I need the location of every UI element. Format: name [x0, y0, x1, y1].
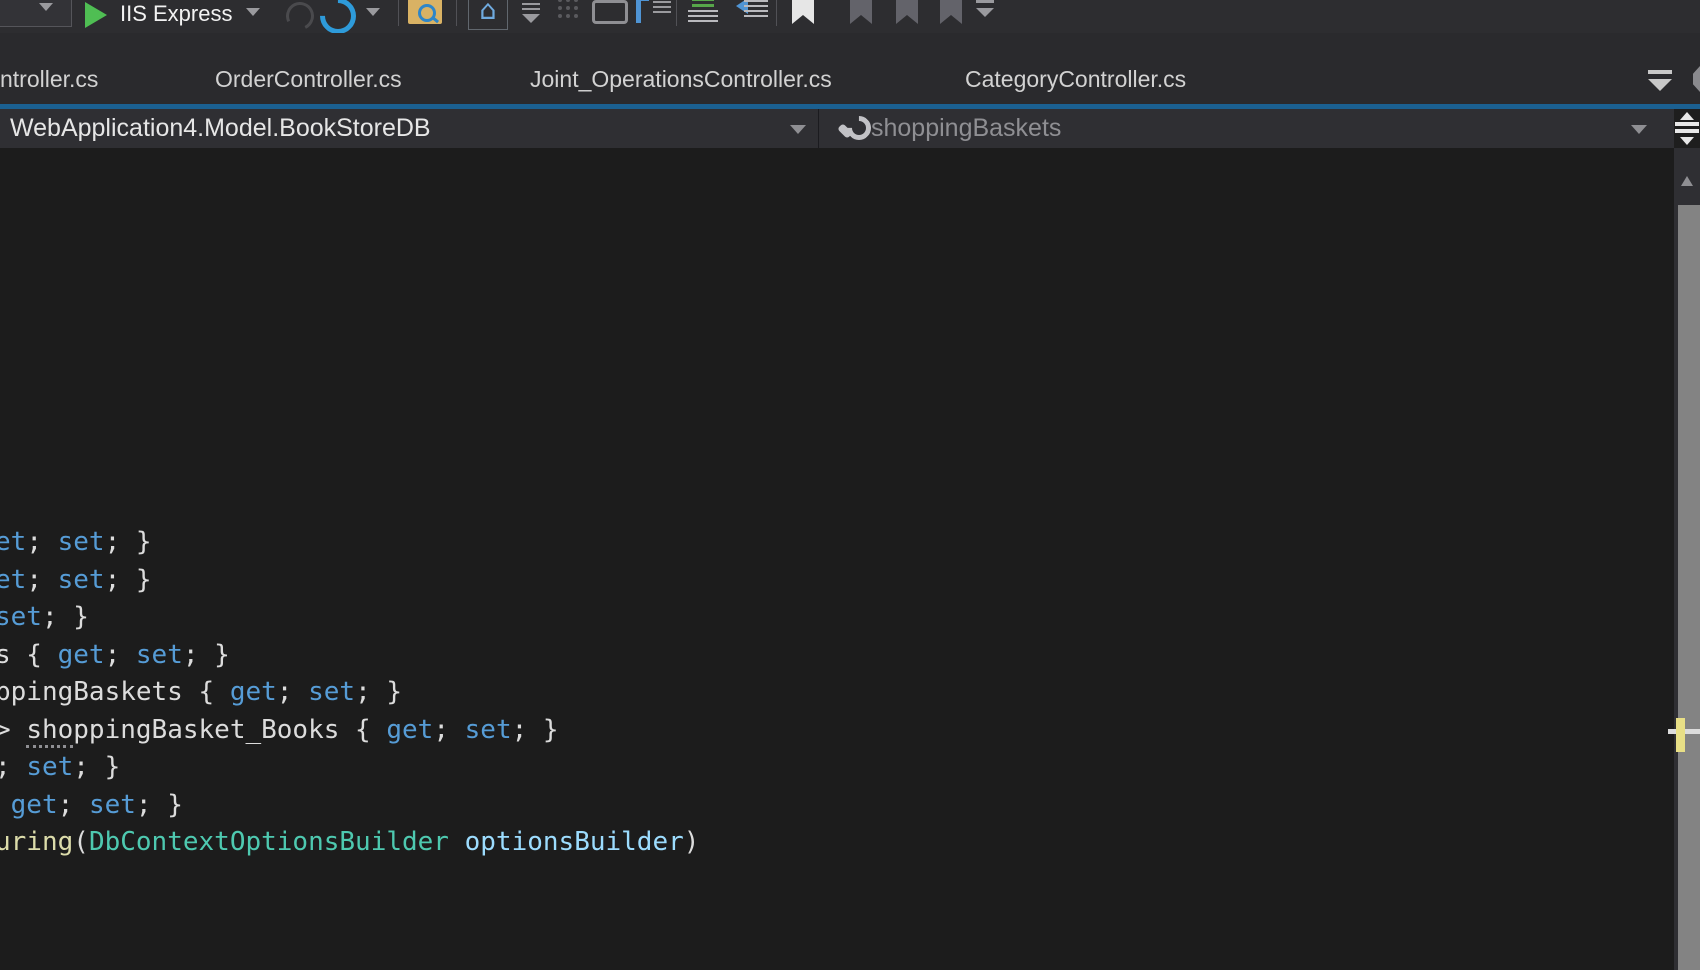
bookmark-next-icon — [896, 0, 918, 24]
home-icon[interactable]: ⌂ — [468, 0, 508, 30]
code-editor[interactable]: et; set; } et; set; } set; } s { get; set; … — [0, 148, 1674, 970]
wrench-icon — [837, 111, 876, 145]
code-line: > shoppingBasket_Books { get; set; } — [0, 712, 699, 750]
toolbar-separator — [456, 0, 457, 26]
code-line: et; set; } — [0, 527, 152, 557]
run-chevron-down-icon[interactable] — [246, 8, 260, 16]
tab-joint-operations-controller[interactable]: Joint_OperationsController.cs — [530, 61, 832, 104]
chevron-down-icon — [39, 3, 53, 11]
tab-category-controller[interactable]: CategoryController.cs — [965, 61, 1186, 104]
type-selector-combobox[interactable]: WebApplication4.Model.BookStoreDB — [0, 109, 818, 148]
bookmark-icon[interactable] — [792, 0, 814, 24]
magnifier-icon — [418, 4, 436, 22]
refresh-chevron-down-icon[interactable] — [366, 8, 380, 16]
scroll-up-arrow-icon[interactable] — [1681, 176, 1693, 186]
editor-splitter-handle[interactable] — [1674, 109, 1700, 148]
visual-studio-window: IIS Express ⌂ ntroller.cs OrderControlle… — [0, 0, 1700, 970]
code-text: et; set; } et; set; } set; } s { get; set; … — [0, 524, 699, 862]
browse-with-icon[interactable] — [408, 0, 442, 24]
scrollbar-modified-marker — [1676, 718, 1685, 752]
toolbar-separator — [676, 0, 677, 26]
member-selector-combobox[interactable]: shoppingBaskets — [819, 109, 1674, 148]
navigation-bar: WebApplication4.Model.BookStoreDB shoppi… — [0, 109, 1674, 148]
code-line: ppingBaskets { get; set; } — [0, 677, 403, 707]
frame-nav-icon[interactable] — [581, 0, 628, 24]
comment-icon[interactable] — [688, 0, 718, 12]
code-line: uring(DbContextOptionsBuilder optionsBui… — [0, 827, 700, 857]
toolbar-separator — [398, 0, 399, 26]
chevron-down-icon — [790, 125, 806, 134]
active-files-chevron-icon[interactable] — [1648, 70, 1672, 74]
code-line: s { get; set; } — [0, 639, 230, 670]
configuration-combobox[interactable] — [0, 0, 72, 27]
code-line: ; set; } — [0, 752, 121, 782]
run-button-label[interactable]: IIS Express — [120, 0, 232, 28]
play-icon[interactable] — [85, 2, 107, 28]
standard-toolbar: IIS Express ⌂ — [0, 0, 1700, 42]
hot-reload-icon — [282, 0, 318, 34]
bookmark-prev-icon — [850, 0, 872, 24]
bookmark-clear-icon — [940, 0, 962, 24]
code-line: set; } — [0, 602, 89, 632]
dots-grid-icon — [558, 0, 562, 2]
uncomment-icon[interactable] — [736, 0, 768, 14]
type-selector-value: WebApplication4.Model.BookStoreDB — [10, 114, 431, 142]
code-line: et; set; } — [0, 564, 152, 595]
bookmarks-chevron-icon[interactable] — [976, 0, 994, 3]
member-selector-value: shoppingBaskets — [871, 114, 1062, 142]
scrollbar-thumb[interactable] — [1678, 205, 1700, 970]
vertical-scrollbar[interactable] — [1674, 148, 1700, 970]
chevron-down-icon — [1631, 125, 1647, 134]
chevron-down-icon[interactable] — [522, 14, 540, 23]
tab-order-controller[interactable]: OrderController.cs — [215, 61, 402, 104]
code-list-icon[interactable] — [636, 0, 671, 23]
code-line: get; set; } — [10, 789, 183, 820]
tab-controller[interactable]: ntroller.cs — [0, 61, 98, 104]
toolbar-separator — [776, 0, 777, 26]
document-tab-bar: ntroller.cs OrderController.cs Joint_Ope… — [0, 33, 1700, 104]
